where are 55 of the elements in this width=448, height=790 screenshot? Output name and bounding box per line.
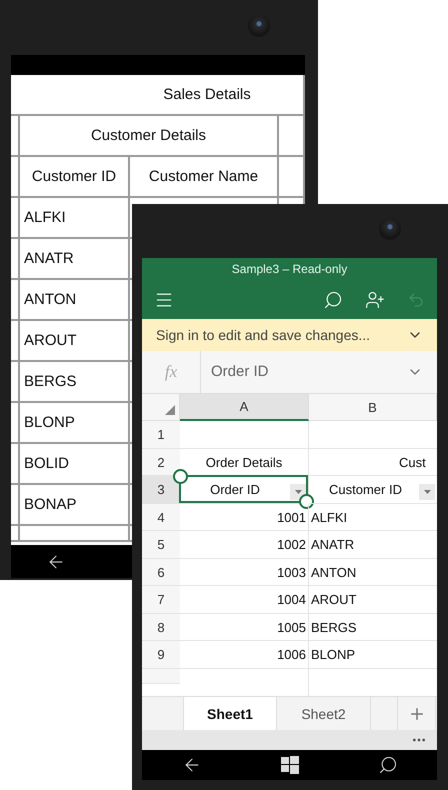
caret-icon [294,490,302,494]
function-label: fx [142,350,201,393]
table-cell: 1002 [180,531,309,559]
table-cell: 1003 [180,558,309,586]
table-cell: BERGS [20,362,130,403]
table-cell: BLONP [20,403,130,444]
column-header[interactable]: A [180,394,309,422]
table-cell: 1005 [180,614,309,642]
table-cell [279,116,305,157]
column-header: Customer ID [20,157,130,198]
table-cell: ALFKI [309,504,437,532]
table-cell: BERGS [309,614,437,642]
select-all-icon[interactable] [165,405,175,416]
windows-icon[interactable] [280,756,298,774]
column-label: Customer ID [329,482,402,497]
sheet-tab[interactable]: Sheet1 [184,697,277,730]
table-cell: BLONP [309,641,437,669]
table-header: Sales Details [11,75,305,116]
row-header[interactable]: 9 [142,641,180,669]
row-header[interactable]: 6 [142,558,180,586]
filter-button[interactable] [290,484,306,500]
table-cell: ANATR [20,239,130,280]
table-cell: 1006 [180,641,309,669]
table-cell: 1001 [180,504,309,532]
table-cell: ANTON [20,280,130,321]
table-cell: BONAP [20,485,130,526]
selection-handle[interactable] [173,469,188,484]
camera-icon [248,15,270,37]
column-label: Order ID [210,482,260,497]
table-cell: ALFKI [20,198,130,239]
table-cell: Cust [309,448,437,476]
table-cell: AROUT [309,586,437,614]
table-cell: ANTON [309,558,437,586]
table-cell: AROUT [20,321,130,362]
search-icon[interactable] [378,754,398,775]
table-cell: ANATR [309,531,437,559]
row-header[interactable]: 1 [142,421,180,449]
row-header[interactable]: 2 [142,448,180,476]
table-header: Customer Details [20,116,279,157]
row-header[interactable]: 4 [142,504,180,532]
camera-icon [379,218,401,240]
row-header[interactable]: 3 [142,476,180,504]
column-header: Customer Name [130,157,279,198]
column-header[interactable]: B [309,394,437,422]
add-person-icon[interactable] [365,290,385,310]
table-cell [11,526,20,542]
caret-icon [424,490,430,494]
row-header[interactable]: 5 [142,531,180,559]
window-title: Sample3 – Read-only [142,258,437,281]
row-header[interactable]: 7 [142,586,180,614]
table-cell: BOLID [20,444,130,485]
formula-field[interactable]: Order ID [201,363,407,380]
table-cell: 1004 [180,586,309,614]
filter-button[interactable] [419,484,435,500]
row-header[interactable]: 8 [142,614,180,642]
